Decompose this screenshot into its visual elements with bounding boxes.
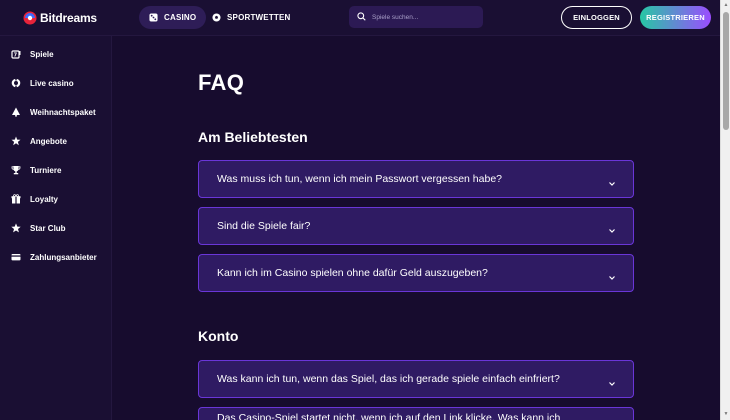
slot-icon: 7 xyxy=(11,49,21,59)
sidebar: 7 Spiele Live casino Weihnachtspaket Ang… xyxy=(0,36,112,420)
sidebar-item-loyalty[interactable]: Loyalty xyxy=(0,189,112,209)
sidebar-item-live-casino[interactable]: Live casino xyxy=(0,73,112,93)
sidebar-item-label: Live casino xyxy=(30,78,74,88)
sidebar-item-label: Star Club xyxy=(30,223,66,233)
brand-name: Bitdreams xyxy=(40,11,97,25)
section-title-konto: Konto xyxy=(198,328,239,344)
sidebar-item-star-club[interactable]: Star Club xyxy=(0,218,112,238)
chevron-down-icon xyxy=(608,269,616,280)
sidebar-item-label: Spiele xyxy=(30,49,54,59)
sidebar-item-label: Turniere xyxy=(30,165,62,175)
nav-sportwetten-label: SPORTWETTEN xyxy=(227,13,291,22)
main-content: FAQ Am Beliebtesten Was muss ich tun, we… xyxy=(112,36,720,420)
faq-question: Sind die Spiele fair? xyxy=(217,220,311,232)
sidebar-item-turniere[interactable]: Turniere xyxy=(0,160,112,180)
trophy-icon xyxy=(11,165,21,175)
scroll-down-arrow-icon[interactable]: ▼ xyxy=(723,411,729,417)
faq-item[interactable]: Was kann ich tun, wenn das Spiel, das ic… xyxy=(198,360,634,398)
search-box[interactable] xyxy=(349,6,483,28)
brand-logo[interactable]: Bitdreams xyxy=(23,9,97,27)
faq-question: Das Casino-Spiel startet nicht, wenn ich… xyxy=(217,412,561,420)
top-bar: Bitdreams CASINO SPORTWETTEN Spiele such… xyxy=(0,0,720,36)
star-icon xyxy=(11,223,21,233)
page-title: FAQ xyxy=(198,70,245,95)
nav-casino-label: CASINO xyxy=(164,13,197,22)
faq-question: Was kann ich tun, wenn das Spiel, das ic… xyxy=(217,373,560,385)
chevron-down-icon xyxy=(608,375,616,386)
card-icon xyxy=(11,252,21,262)
tree-icon xyxy=(11,107,21,117)
sidebar-item-label: Angebote xyxy=(30,136,67,146)
faq-item[interactable]: Sind die Spiele fair? xyxy=(198,207,634,245)
section-title-am-beliebtesten: Am Beliebtesten xyxy=(198,129,308,145)
chip-icon xyxy=(11,78,21,88)
dice-icon xyxy=(149,13,158,22)
faq-item[interactable]: Was muss ich tun, wenn ich mein Passwort… xyxy=(198,160,634,198)
sidebar-item-label: Zahlungsanbieter xyxy=(30,252,97,262)
sidebar-item-label: Weihnachtspaket xyxy=(30,107,96,117)
sidebar-item-angebote[interactable]: Angebote xyxy=(0,131,112,151)
faq-item[interactable]: Kann ich im Casino spielen ohne dafür Ge… xyxy=(198,254,634,292)
faq-item[interactable]: Das Casino-Spiel startet nicht, wenn ich… xyxy=(198,407,634,420)
chevron-down-icon xyxy=(608,222,616,233)
search-icon xyxy=(357,8,366,26)
login-button[interactable]: EINLOGGEN xyxy=(561,6,632,29)
nav-sportwetten[interactable]: SPORTWETTEN xyxy=(202,6,301,29)
sidebar-item-zahlungsanbieter[interactable]: Zahlungsanbieter xyxy=(0,247,112,267)
faq-question: Was muss ich tun, wenn ich mein Passwort… xyxy=(217,173,502,185)
star-burst-icon xyxy=(11,136,21,146)
svg-text:7: 7 xyxy=(14,53,18,59)
gift-icon xyxy=(11,194,21,204)
nav-casino[interactable]: CASINO xyxy=(139,6,207,29)
chevron-down-icon xyxy=(608,175,616,186)
logo-icon xyxy=(23,11,37,25)
scrollbar-thumb[interactable] xyxy=(723,12,729,130)
sidebar-item-spiele[interactable]: 7 Spiele xyxy=(0,44,112,64)
sidebar-item-weihnachtspaket[interactable]: Weihnachtspaket xyxy=(0,102,112,122)
soccer-ball-icon xyxy=(212,13,221,22)
register-button[interactable]: REGISTRIEREN xyxy=(640,6,711,29)
scroll-up-arrow-icon[interactable]: ▲ xyxy=(723,2,729,8)
faq-question: Kann ich im Casino spielen ohne dafür Ge… xyxy=(217,267,488,279)
sidebar-item-label: Loyalty xyxy=(30,194,59,204)
scrollbar[interactable]: ▲ ▼ xyxy=(720,0,730,420)
search-input[interactable] xyxy=(372,13,472,21)
